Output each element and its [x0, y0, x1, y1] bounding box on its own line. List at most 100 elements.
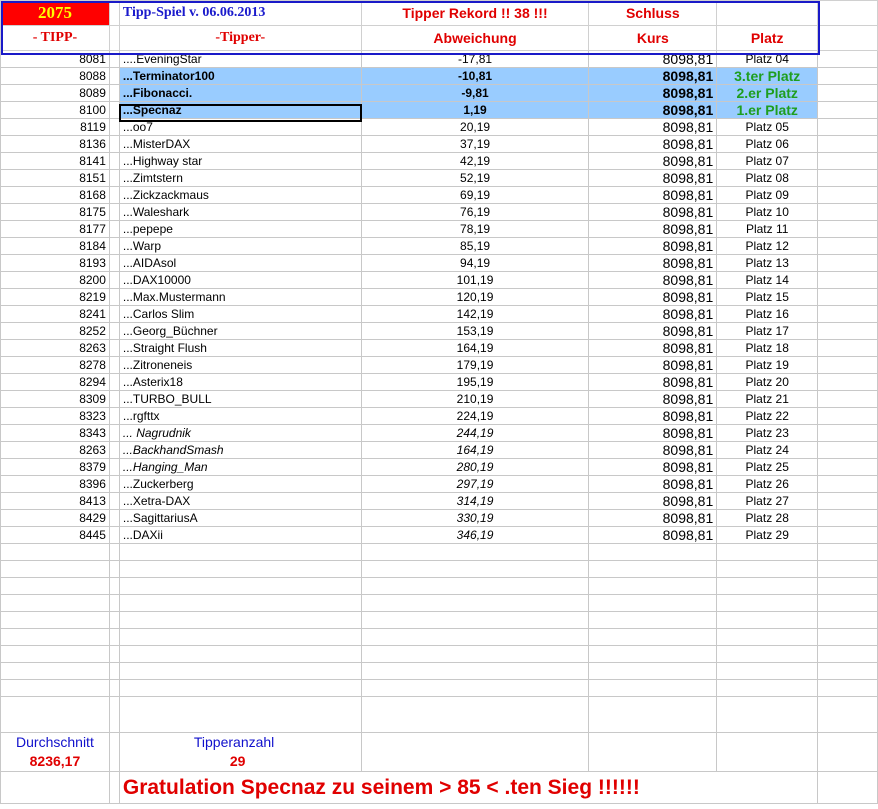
- cell[interactable]: [360, 679, 590, 697]
- platz-cell[interactable]: Platz 26: [716, 475, 819, 493]
- cell[interactable]: [108, 373, 120, 391]
- cell[interactable]: [716, 577, 819, 595]
- platz-cell[interactable]: Platz 20: [716, 373, 819, 391]
- tipp-cell[interactable]: 8396: [0, 475, 110, 493]
- platz-cell[interactable]: Platz 11: [716, 220, 819, 238]
- cell[interactable]: [108, 662, 120, 680]
- cell[interactable]: [0, 611, 110, 629]
- tipper-name-cell[interactable]: ...Specnaz: [118, 101, 362, 119]
- kurs-cell[interactable]: 8098,81: [588, 84, 718, 102]
- tipp-cell[interactable]: 8089: [0, 84, 110, 102]
- tipper-name-cell[interactable]: ...rgfttx: [118, 407, 362, 425]
- cell[interactable]: [108, 339, 120, 357]
- cell[interactable]: [108, 696, 120, 733]
- platz-cell[interactable]: Platz 27: [716, 492, 819, 510]
- tipper-name-cell[interactable]: ...Xetra-DAX: [118, 492, 362, 510]
- cell[interactable]: [716, 543, 819, 561]
- kurs-cell[interactable]: 8098,81: [588, 220, 718, 238]
- cell[interactable]: [108, 492, 120, 510]
- cell[interactable]: [817, 339, 878, 357]
- kurs-cell[interactable]: 8098,81: [588, 322, 718, 340]
- tipp-cell[interactable]: 8263: [0, 339, 110, 357]
- abweichung-cell[interactable]: 69,19: [360, 186, 590, 204]
- tipper-name-cell[interactable]: ...oo7: [118, 118, 362, 136]
- cell[interactable]: [108, 152, 120, 170]
- kurs-cell[interactable]: 8098,81: [588, 118, 718, 136]
- cell[interactable]: [118, 543, 362, 561]
- tipp-cell[interactable]: 8252: [0, 322, 110, 340]
- cell[interactable]: [817, 67, 878, 85]
- abweichung-cell[interactable]: 224,19: [360, 407, 590, 425]
- cell[interactable]: [817, 373, 878, 391]
- record-cell[interactable]: Tipper Rekord !! 38 !!!: [360, 0, 590, 26]
- cell[interactable]: [108, 475, 120, 493]
- cell[interactable]: [118, 696, 362, 733]
- abweichung-cell[interactable]: 330,19: [360, 509, 590, 527]
- tipper-name-cell[interactable]: ...Warp: [118, 237, 362, 255]
- cell[interactable]: [817, 84, 878, 102]
- cell[interactable]: [108, 526, 120, 544]
- cell[interactable]: [817, 594, 878, 612]
- cell[interactable]: [108, 84, 120, 102]
- cell[interactable]: [817, 662, 878, 680]
- kurs-cell[interactable]: 8098,81: [588, 509, 718, 527]
- kurs-cell[interactable]: 8098,81: [588, 50, 718, 68]
- cell[interactable]: [817, 543, 878, 561]
- cell[interactable]: [108, 203, 120, 221]
- cell[interactable]: [108, 169, 120, 187]
- cell[interactable]: [108, 50, 120, 68]
- cell[interactable]: [716, 732, 819, 772]
- abweichung-cell[interactable]: 153,19: [360, 322, 590, 340]
- tipper-name-cell[interactable]: ...Terminator100: [118, 67, 362, 85]
- cell[interactable]: [108, 101, 120, 119]
- cell[interactable]: [716, 611, 819, 629]
- platz-cell[interactable]: Platz 23: [716, 424, 819, 442]
- abweichung-cell[interactable]: 179,19: [360, 356, 590, 374]
- cell[interactable]: [716, 0, 819, 26]
- cell[interactable]: [716, 628, 819, 646]
- tipper-name-cell[interactable]: ...BackhandSmash: [118, 441, 362, 459]
- kurs-cell[interactable]: 8098,81: [588, 135, 718, 153]
- cell[interactable]: [716, 560, 819, 578]
- tipp-cell[interactable]: 8323: [0, 407, 110, 425]
- abweichung-cell[interactable]: 195,19: [360, 373, 590, 391]
- kurs-cell[interactable]: 8098,81: [588, 152, 718, 170]
- cell[interactable]: [588, 577, 718, 595]
- tipp-cell[interactable]: 8100: [0, 101, 110, 119]
- cell[interactable]: [817, 771, 878, 804]
- cell[interactable]: [360, 628, 590, 646]
- cell[interactable]: [817, 577, 878, 595]
- kurs-cell[interactable]: 8098,81: [588, 441, 718, 459]
- platz-cell[interactable]: Platz 09: [716, 186, 819, 204]
- kurs-cell[interactable]: 8098,81: [588, 339, 718, 357]
- cell[interactable]: [108, 424, 120, 442]
- abweichung-cell[interactable]: 120,19: [360, 288, 590, 306]
- cell[interactable]: [817, 237, 878, 255]
- cell[interactable]: [817, 560, 878, 578]
- cell[interactable]: [108, 237, 120, 255]
- platz-cell[interactable]: Platz 06: [716, 135, 819, 153]
- cell[interactable]: [108, 271, 120, 289]
- cell[interactable]: [817, 458, 878, 476]
- tipp-cell[interactable]: 8081: [0, 50, 110, 68]
- tipp-cell[interactable]: 8088: [0, 67, 110, 85]
- kurs-cell[interactable]: 8098,81: [588, 492, 718, 510]
- tipperanzahl-cell[interactable]: Tipperanzahl 29: [118, 732, 362, 772]
- abweichung-cell[interactable]: -17,81: [360, 50, 590, 68]
- spreadsheet-grid[interactable]: 2075 Tipp-Spiel v. 06.06.2013 Tipper Rek…: [0, 0, 878, 804]
- cell[interactable]: [588, 645, 718, 663]
- cell[interactable]: [817, 220, 878, 238]
- cell[interactable]: [0, 679, 110, 697]
- platz-cell[interactable]: Platz 15: [716, 288, 819, 306]
- tipper-name-cell[interactable]: ...MisterDAX: [118, 135, 362, 153]
- tipp-cell[interactable]: 8175: [0, 203, 110, 221]
- tipp-cell[interactable]: 8413: [0, 492, 110, 510]
- tipp-cell[interactable]: 8278: [0, 356, 110, 374]
- tipp-cell[interactable]: 8200: [0, 271, 110, 289]
- abweichung-cell[interactable]: 42,19: [360, 152, 590, 170]
- platz-cell[interactable]: Platz 05: [716, 118, 819, 136]
- platz-cell[interactable]: Platz 29: [716, 526, 819, 544]
- cell[interactable]: [360, 645, 590, 663]
- cell[interactable]: [588, 696, 718, 733]
- tipp-cell[interactable]: 8445: [0, 526, 110, 544]
